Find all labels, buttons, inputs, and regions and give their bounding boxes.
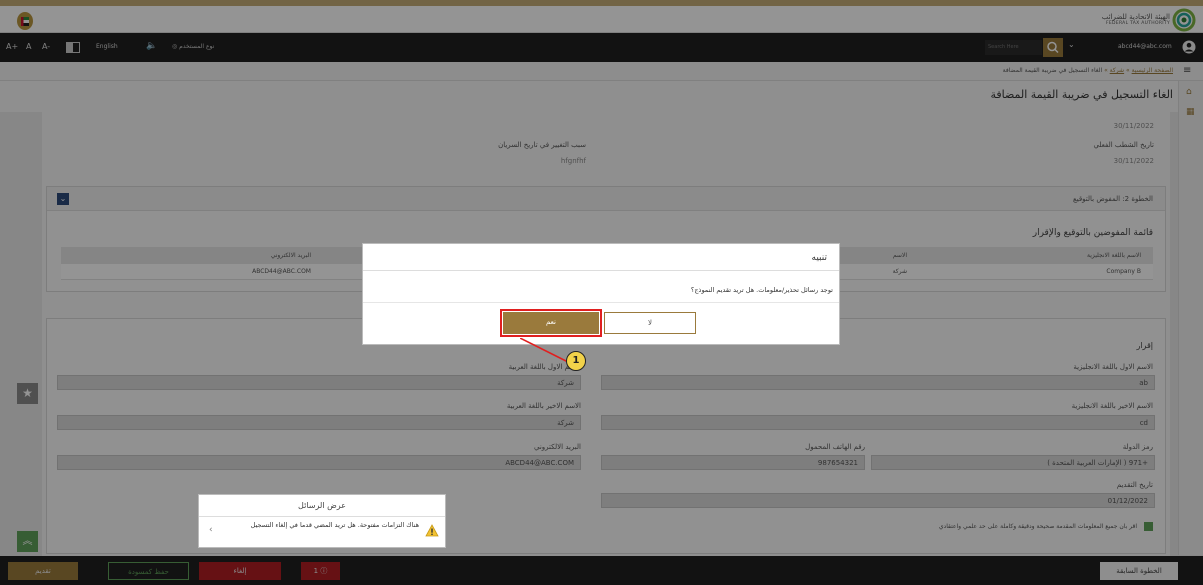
dialog-title: تنبيه — [811, 253, 827, 263]
callout-badge: 1 — [566, 351, 586, 371]
messages-panel-text: هناك التزامات مفتوحة. هل تريد المضي قدما… — [250, 521, 419, 529]
no-button[interactable]: لا — [604, 312, 696, 334]
dialog-message: توجد رسائل تحذير/معلومات. هل تريد تقديم … — [690, 286, 833, 294]
dialog-divider — [363, 270, 839, 271]
dialog-divider-2 — [363, 302, 839, 303]
messages-panel-title: عرض الرسائل — [199, 495, 445, 517]
messages-panel: عرض الرسائل ‹ هناك التزامات مفتوحة. هل ت… — [198, 494, 446, 548]
alert-dialog: تنبيه توجد رسائل تحذير/معلومات. هل تريد … — [362, 243, 840, 345]
warning-icon — [425, 524, 439, 537]
messages-prev-chevron-icon[interactable]: ‹ — [209, 525, 213, 535]
yes-button[interactable]: نعم — [500, 309, 602, 337]
